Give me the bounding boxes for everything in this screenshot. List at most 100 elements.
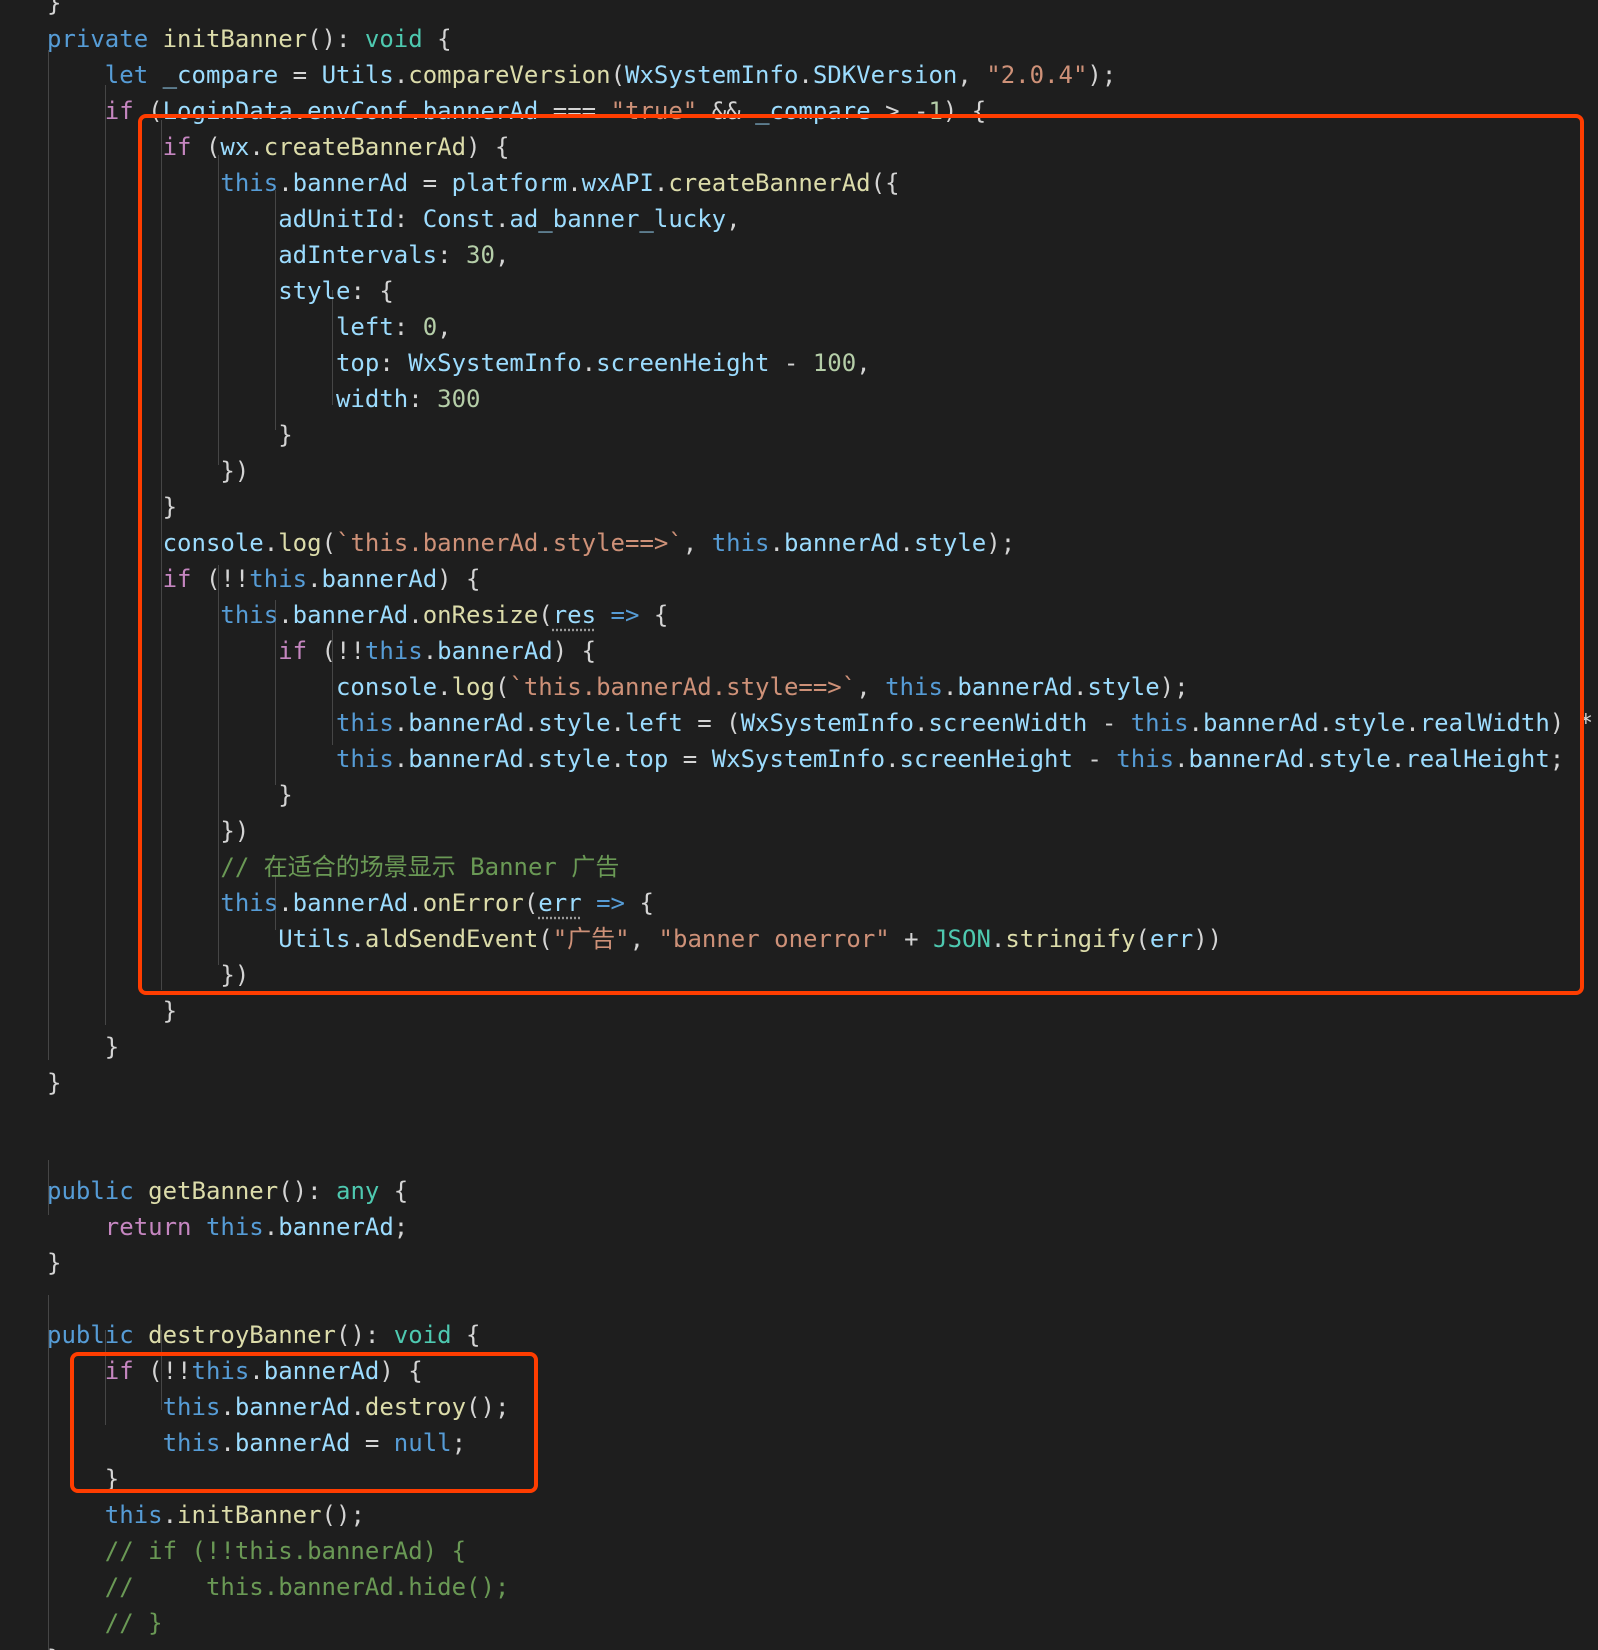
code-token: } bbox=[47, 1465, 120, 1493]
code-line: // if (!!this.bannerAd) { bbox=[47, 1533, 466, 1569]
code-token: WxSystemInfo bbox=[711, 745, 886, 773]
code-token: (!! bbox=[307, 637, 365, 665]
code-token: wxAPI bbox=[581, 169, 654, 197]
code-token: . bbox=[769, 529, 784, 557]
code-token: this bbox=[104, 1501, 163, 1529]
code-token: if bbox=[278, 637, 308, 665]
code-token: } bbox=[47, 1033, 120, 1061]
code-token: this bbox=[220, 601, 279, 629]
code-line: return this.bannerAd; bbox=[47, 1209, 408, 1245]
code-token: , bbox=[856, 349, 871, 377]
code-token: this bbox=[191, 1357, 250, 1385]
code-token: . bbox=[162, 1501, 178, 1529]
code-line: // this.bannerAd.hide(); bbox=[47, 1569, 510, 1605]
code-token: , bbox=[957, 61, 987, 89]
code-token: "广告" bbox=[552, 925, 630, 953]
code-token: bannerAd bbox=[957, 673, 1073, 701]
code-token: - bbox=[769, 349, 813, 377]
code-token: bannerAd bbox=[278, 1213, 394, 1241]
code-token: WxSystemInfo bbox=[625, 61, 799, 89]
code-token: { bbox=[639, 601, 669, 629]
code-line: this.initBanner(); bbox=[47, 1497, 365, 1533]
code-line: width: 300 bbox=[47, 381, 481, 417]
code-token: } bbox=[47, 0, 62, 17]
code-token: this bbox=[711, 529, 770, 557]
code-line: }) bbox=[47, 957, 249, 993]
code-token: if bbox=[104, 97, 134, 125]
code-token: . bbox=[1174, 745, 1189, 773]
code-token: . bbox=[581, 349, 597, 377]
code-token: = bbox=[668, 745, 712, 773]
code-token: : bbox=[437, 241, 467, 269]
code-token: bannerAd bbox=[292, 601, 409, 629]
code-token: . bbox=[278, 169, 293, 197]
code-token: bannerAd bbox=[321, 565, 438, 593]
code-line: if (wx.createBannerAd) { bbox=[47, 129, 510, 165]
code-token: WxSystemInfo bbox=[408, 349, 582, 377]
code-token: ) { bbox=[379, 1357, 423, 1385]
code-token: void bbox=[393, 1321, 452, 1349]
code-token: left bbox=[624, 709, 683, 737]
code-line: public getBanner(): any { bbox=[47, 1173, 408, 1209]
code-token: bannerAd bbox=[1188, 745, 1305, 773]
code-token: bannerAd bbox=[234, 1393, 351, 1421]
code-token: 300 bbox=[437, 385, 481, 413]
code-token: , bbox=[494, 241, 510, 269]
code-token: . bbox=[942, 673, 958, 701]
code-line: let _compare = Utils.compareVersion(WxSy… bbox=[47, 57, 1117, 93]
code-token: left bbox=[335, 313, 394, 341]
code-token: // 在适合的场景显示 Banner 广告 bbox=[220, 853, 620, 881]
code-line: } bbox=[47, 1461, 119, 1497]
code-token: === bbox=[538, 97, 611, 125]
code-token: ( bbox=[191, 133, 221, 161]
code-line: if (LoginData.envConf.bannerAd === "true… bbox=[47, 93, 986, 129]
code-token: , bbox=[629, 925, 659, 953]
code-token: . bbox=[263, 1213, 279, 1241]
code-token: this bbox=[220, 889, 279, 917]
code-editor[interactable]: } private initBanner(): void { let _compa… bbox=[0, 0, 1598, 1650]
code-token: ( bbox=[321, 529, 337, 557]
code-line: public destroyBanner(): void { bbox=[47, 1317, 481, 1353]
code-token: err bbox=[1149, 925, 1194, 953]
code-token: ( bbox=[133, 97, 163, 125]
code-token: envConf bbox=[307, 97, 409, 125]
code-token: bannerAd bbox=[1202, 709, 1319, 737]
code-token: - bbox=[1072, 745, 1117, 773]
code-token: (): bbox=[307, 25, 365, 53]
code-line: if (!!this.bannerAd) { bbox=[47, 561, 481, 597]
code-token: . bbox=[307, 565, 322, 593]
code-token: . bbox=[393, 61, 409, 89]
code-token: : bbox=[393, 205, 423, 233]
code-token: . bbox=[408, 889, 423, 917]
code-token: destroy bbox=[364, 1393, 467, 1421]
code-token: + bbox=[889, 925, 934, 953]
code-token: private bbox=[47, 25, 149, 53]
code-token: } bbox=[47, 421, 293, 449]
code-token: ( bbox=[494, 673, 510, 701]
code-token: // if (!!this.bannerAd) { bbox=[104, 1537, 467, 1565]
code-token: stringify bbox=[1005, 925, 1136, 953]
code-token: (): bbox=[336, 1321, 394, 1349]
code-line: }) bbox=[47, 813, 249, 849]
code-token: bannerAd bbox=[292, 889, 409, 917]
code-token: (); bbox=[466, 1393, 510, 1421]
code-token: ({ bbox=[870, 169, 900, 197]
code-token: . bbox=[408, 97, 423, 125]
code-token: }) bbox=[47, 961, 250, 989]
code-token: . bbox=[1405, 709, 1420, 737]
code-token: . bbox=[292, 97, 308, 125]
code-token: , bbox=[437, 313, 452, 341]
code-token: log bbox=[278, 529, 322, 557]
code-token: `this.bannerAd.style==>` bbox=[509, 673, 857, 701]
